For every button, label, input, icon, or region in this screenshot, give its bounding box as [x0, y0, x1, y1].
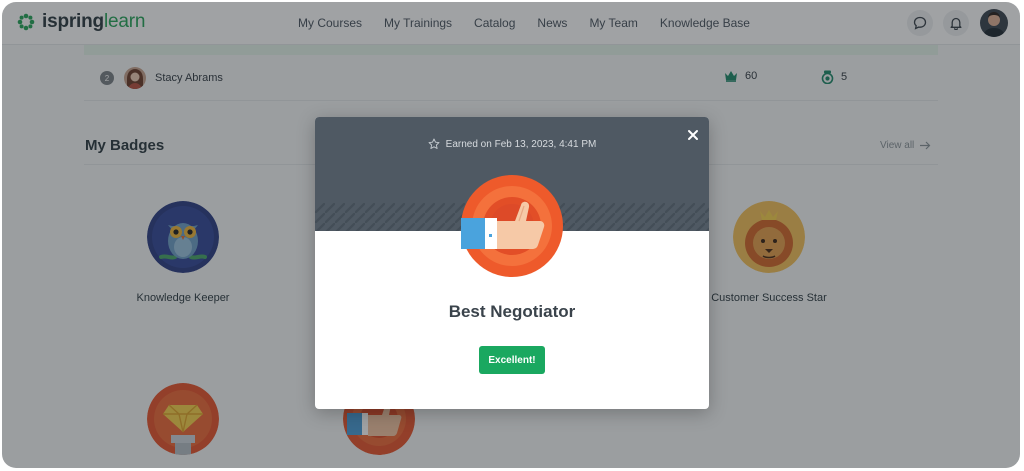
earned-text: Earned on Feb 13, 2023, 4:41 PM	[445, 138, 597, 150]
app-window: ispringlearn My Courses My Trainings Cat…	[2, 2, 1020, 468]
thumbs-up-icon	[461, 175, 563, 277]
close-icon[interactable]	[685, 127, 701, 143]
best-negotiator-badge	[461, 175, 563, 277]
star-icon	[428, 138, 440, 149]
excellent-button[interactable]: Excellent!	[479, 346, 545, 374]
earned-date: Earned on Feb 13, 2023, 4:41 PM	[315, 138, 709, 150]
badge-title: Best Negotiator	[448, 302, 576, 321]
badge-modal: Earned on Feb 13, 2023, 4:41 PM Best Neg…	[315, 117, 709, 409]
page: ispringlearn My Courses My Trainings Cat…	[2, 2, 1020, 468]
